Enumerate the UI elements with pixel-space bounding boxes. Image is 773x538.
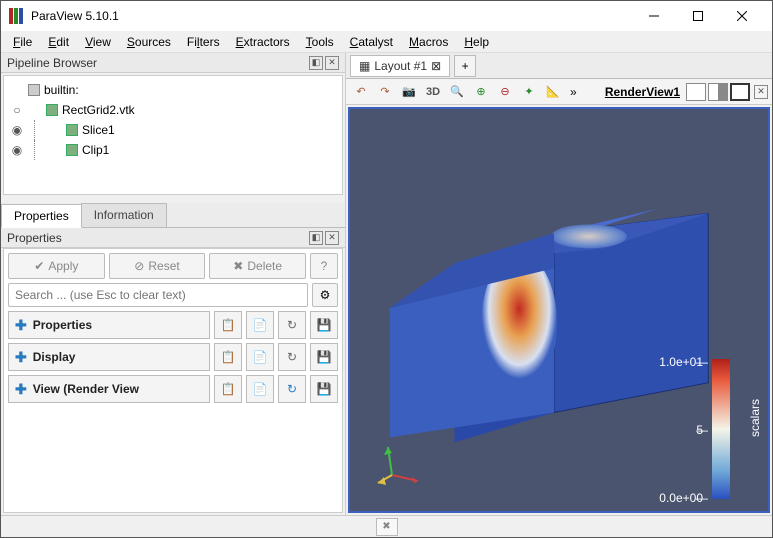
plus-icon: ✚ xyxy=(15,317,27,334)
filter-icon xyxy=(66,124,78,136)
save-icon[interactable]: 💾 xyxy=(310,343,338,371)
undock-icon[interactable]: ◧ xyxy=(309,56,323,70)
color-legend[interactable] xyxy=(712,359,730,499)
close-panel-icon[interactable]: ✕ xyxy=(325,231,339,245)
close-view-icon[interactable]: ✕ xyxy=(754,85,768,99)
paste-icon[interactable]: 📄 xyxy=(246,311,274,339)
split-h-icon[interactable] xyxy=(686,83,706,101)
close-button[interactable] xyxy=(720,1,764,31)
select-points-icon[interactable]: ✦ xyxy=(518,82,540,102)
section-properties-toggle[interactable]: ✚Properties xyxy=(8,311,210,339)
visibility-eye-icon[interactable]: ◉ xyxy=(10,123,24,137)
app-logo-icon xyxy=(9,8,25,24)
copy-icon[interactable]: 📋 xyxy=(214,311,242,339)
tree-label: builtin: xyxy=(44,83,79,97)
menu-catalyst[interactable]: Catalyst xyxy=(344,33,399,51)
tree-item-builtin[interactable]: builtin: xyxy=(10,80,336,100)
pipeline-browser-title: Pipeline Browser xyxy=(7,56,97,70)
zoom-icon[interactable]: 🔍 xyxy=(446,82,468,102)
plus-icon: ✚ xyxy=(15,349,27,366)
source-icon xyxy=(46,104,58,116)
tree-label: Slice1 xyxy=(82,123,115,137)
paste-icon[interactable]: 📄 xyxy=(246,343,274,371)
save-icon[interactable]: 💾 xyxy=(310,375,338,403)
gear-icon: ⚙ xyxy=(320,288,331,302)
advanced-toggle-button[interactable]: ⚙ xyxy=(312,283,338,307)
section-display-toggle[interactable]: ✚Display xyxy=(8,343,210,371)
copy-icon[interactable]: 📋 xyxy=(214,375,242,403)
maximize-button[interactable] xyxy=(676,1,720,31)
visibility-eye-icon[interactable]: ◉ xyxy=(10,143,24,157)
layout-icon: ▦ xyxy=(359,59,370,73)
select-cells-icon[interactable]: ⊕ xyxy=(470,82,492,102)
server-icon xyxy=(28,84,40,96)
menu-extractors[interactable]: Extractors xyxy=(230,33,296,51)
ruler-icon[interactable]: 📐 xyxy=(542,82,564,102)
reload-icon[interactable]: ↻ xyxy=(278,375,306,403)
visibility-eye-icon[interactable]: ○ xyxy=(10,103,24,117)
filter-icon xyxy=(66,144,78,156)
plus-icon: ✚ xyxy=(15,381,27,398)
colorbar-title: scalars xyxy=(748,399,762,437)
forward-arrow-icon[interactable]: ↷ xyxy=(374,82,396,102)
tree-item-slice1[interactable]: ◉ Slice1 xyxy=(10,120,336,140)
undock-icon[interactable]: ◧ xyxy=(309,231,323,245)
close-tab-icon[interactable]: ⊠ xyxy=(431,59,441,73)
section-view-toggle[interactable]: ✚View (Render View xyxy=(8,375,210,403)
property-tabs: Properties Information xyxy=(1,203,345,228)
deselect-icon[interactable]: ⊖ xyxy=(494,82,516,102)
reload-icon[interactable]: ↻ xyxy=(278,311,306,339)
pipeline-browser-header: Pipeline Browser ◧ ✕ xyxy=(1,53,345,73)
add-layout-button[interactable]: + xyxy=(454,55,476,77)
tree-item-rectgrid[interactable]: ○ RectGrid2.vtk xyxy=(10,100,336,120)
pipeline-tree[interactable]: builtin: ○ RectGrid2.vtk ◉ Slice1 ◉ Clip1 xyxy=(3,75,343,195)
delete-icon: ✖ xyxy=(233,259,243,273)
minimize-button[interactable] xyxy=(632,1,676,31)
properties-panel: ✔Apply ⊘Reset ✖Delete ? ⚙ ✚Properties 📋 … xyxy=(3,248,343,513)
menu-file[interactable]: File xyxy=(7,33,38,51)
menu-view[interactable]: View xyxy=(79,33,117,51)
render-view-label[interactable]: RenderView1 xyxy=(605,85,680,99)
properties-search-input[interactable] xyxy=(8,283,308,307)
back-arrow-icon[interactable]: ↶ xyxy=(350,82,372,102)
copy-icon[interactable]: 📋 xyxy=(214,343,242,371)
tree-label: Clip1 xyxy=(82,143,109,157)
paste-icon[interactable]: 📄 xyxy=(246,375,274,403)
reset-button[interactable]: ⊘Reset xyxy=(109,253,206,279)
status-close-icon[interactable]: ✖ xyxy=(376,518,398,536)
window-title: ParaView 5.10.1 xyxy=(31,9,119,23)
camera-icon[interactable]: 📷 xyxy=(398,82,420,102)
menu-filters[interactable]: Filters xyxy=(181,33,226,51)
apply-button[interactable]: ✔Apply xyxy=(8,253,105,279)
tree-label: RectGrid2.vtk xyxy=(62,103,135,117)
menu-edit[interactable]: Edit xyxy=(42,33,75,51)
menubar: File Edit View Sources Filters Extractor… xyxy=(1,31,772,53)
layout-tab-1[interactable]: ▦Layout #1⊠ xyxy=(350,55,450,77)
reload-icon[interactable]: ↻ xyxy=(278,343,306,371)
split-v-icon[interactable] xyxy=(708,83,728,101)
maximize-view-icon[interactable] xyxy=(730,83,750,101)
menu-sources[interactable]: Sources xyxy=(121,33,177,51)
delete-button[interactable]: ✖Delete xyxy=(209,253,306,279)
mode-3d-button[interactable]: 3D xyxy=(422,82,444,102)
cancel-icon: ⊘ xyxy=(134,259,144,273)
menu-tools[interactable]: Tools xyxy=(300,33,340,51)
tab-properties[interactable]: Properties xyxy=(1,204,82,228)
tab-information[interactable]: Information xyxy=(81,203,167,227)
layout-tabbar: ▦Layout #1⊠ + xyxy=(346,53,772,79)
help-button[interactable]: ? xyxy=(310,253,338,279)
properties-header: Properties ◧ ✕ xyxy=(1,228,345,248)
menu-macros[interactable]: Macros xyxy=(403,33,454,51)
menu-help[interactable]: Help xyxy=(458,33,495,51)
render-view[interactable]: 1.0e+01 5 0.0e+00 — — — scalars xyxy=(348,107,770,513)
close-panel-icon[interactable]: ✕ xyxy=(325,56,339,70)
status-bar: ✖ xyxy=(1,515,772,537)
window-titlebar: ParaView 5.10.1 xyxy=(1,1,772,31)
save-icon[interactable]: 💾 xyxy=(310,311,338,339)
tree-item-clip1[interactable]: ◉ Clip1 xyxy=(10,140,336,160)
properties-title: Properties xyxy=(7,231,62,245)
orientation-axes-icon xyxy=(374,437,424,487)
check-icon: ✔ xyxy=(34,259,44,273)
view-toolbar: ↶ ↷ 📷 3D 🔍 ⊕ ⊖ ✦ 📐 » RenderView1 ✕ xyxy=(346,79,772,105)
